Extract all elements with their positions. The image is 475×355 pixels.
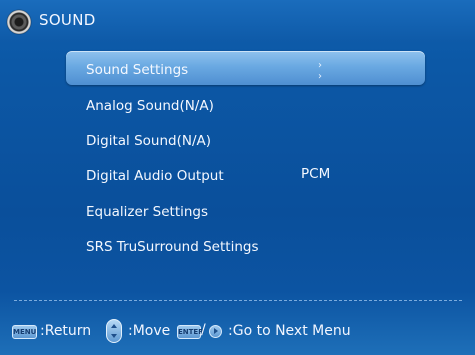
header-bar: SOUND xyxy=(0,0,475,42)
move-updown-icon xyxy=(106,319,122,343)
menu-item-srs-trusurround-settings[interactable]: SRS TruSurround Settings xyxy=(86,236,258,258)
enter-key-icon: ENTER xyxy=(177,325,204,339)
menu-item-digital-audio-output[interactable]: Digital Audio Output xyxy=(86,165,224,187)
footer-help: MENU :Return :Move ENTER / :Go to Next M… xyxy=(0,318,475,350)
move-hint: :Move xyxy=(128,323,171,339)
menu-item-equalizer-settings[interactable]: Equalizer Settings xyxy=(86,201,208,223)
speaker-icon xyxy=(7,10,31,34)
menu-item-digital-sound[interactable]: Digital Sound(N/A) xyxy=(86,130,211,152)
right-arrow-key-icon xyxy=(209,325,222,338)
menu-item-analog-sound[interactable]: Analog Sound(N/A) xyxy=(86,95,214,117)
footer-divider xyxy=(14,300,462,301)
menu-key-label: MENU xyxy=(13,328,37,336)
enter-key-label: ENTER xyxy=(178,328,204,336)
next-menu-hint: :Go to Next Menu xyxy=(228,323,351,339)
page-title: SOUND xyxy=(39,11,96,29)
menu-key-icon: MENU xyxy=(12,325,37,339)
menu-item-sound-settings[interactable]: Sound Settings xyxy=(86,59,188,81)
slash-separator: / xyxy=(201,322,206,338)
return-hint: :Return xyxy=(40,323,92,339)
submenu-arrows-icon: › › xyxy=(318,60,324,82)
digital-audio-output-value: PCM xyxy=(301,166,331,182)
